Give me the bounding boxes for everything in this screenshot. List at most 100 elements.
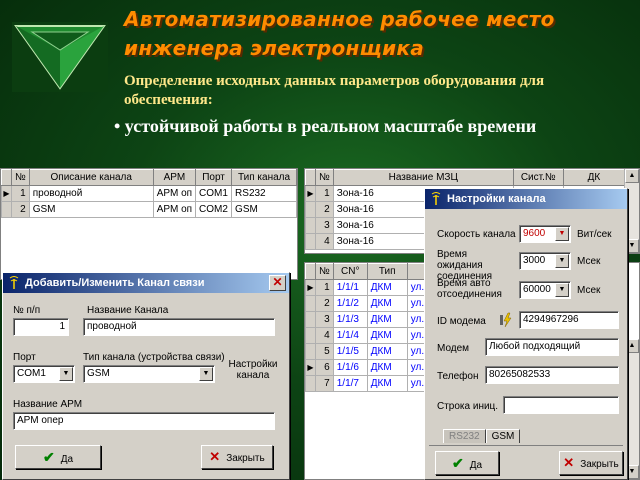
settings-dialog-title: Настройки канала xyxy=(447,193,546,205)
close-button[interactable]: ✕ Закрыть xyxy=(201,445,273,469)
ok-button[interactable]: ✔ Да xyxy=(435,451,499,475)
cell-type[interactable]: ДКМ xyxy=(366,279,408,296)
cell-type[interactable]: ДКМ xyxy=(366,311,408,328)
chevron-down-icon[interactable]: ▼ xyxy=(555,254,569,268)
cell-type[interactable]: ДКМ xyxy=(366,327,408,344)
col-header-dk[interactable]: ДК xyxy=(562,169,626,186)
chevron-down-icon[interactable]: ▼ xyxy=(555,227,569,241)
auto-disconnect-select-value: 60000 xyxy=(523,284,551,295)
chevron-down-icon[interactable]: ▼ xyxy=(199,367,213,381)
port-label: Порт xyxy=(13,352,36,363)
tab-gsm[interactable]: GSM xyxy=(485,429,521,443)
cell-arm[interactable]: АРМ оп xyxy=(152,201,197,218)
cell-num: 5 xyxy=(315,343,334,360)
channel-name-field[interactable]: проводной xyxy=(83,318,275,336)
port-select-value: COM1 xyxy=(17,368,46,379)
col-header-num[interactable]: № xyxy=(11,169,30,186)
cell-port[interactable]: COM2 xyxy=(195,201,233,218)
cell-cn[interactable]: 1/1/5 xyxy=(332,343,368,360)
channels-grid[interactable]: № Описание канала АРМ Порт Тип канала ▶ … xyxy=(0,168,298,280)
phone-label: Телефон xyxy=(437,371,479,382)
checkmark-icon: ✔ xyxy=(451,455,464,471)
close-icon[interactable]: ✕ xyxy=(269,275,286,291)
channel-type-select[interactable]: GSM ▼ xyxy=(83,365,215,383)
row-pointer-icon: ▶ xyxy=(305,279,316,296)
col-header-name[interactable]: Название МЗЦ xyxy=(332,169,514,186)
cell-num: 1 xyxy=(11,185,30,202)
channel-settings-dialog: Настройки канала Скорость канала 9600 ▼ … xyxy=(424,188,628,480)
wait-select[interactable]: 3000 ▼ xyxy=(519,252,571,270)
ok-button-label: Да xyxy=(469,460,483,471)
settings-dialog-titlebar[interactable]: Настройки канала xyxy=(425,189,627,209)
col-header-num[interactable]: № xyxy=(315,169,334,186)
wait-select-value: 3000 xyxy=(523,255,546,266)
cell-cn[interactable]: 1/1/7 xyxy=(332,375,368,392)
channel-dialog-titlebar[interactable]: Добавить/Изменить Канал связи ✕ xyxy=(3,273,289,293)
channel-dialog: Добавить/Изменить Канал связи ✕ № п/п 1 … xyxy=(2,272,290,480)
scroll-up-icon[interactable]: ▲ xyxy=(625,169,639,183)
cell-desc[interactable]: GSM xyxy=(28,201,154,218)
speed-unit: Вит/сек xyxy=(577,229,612,240)
arm-name-field[interactable]: АРМ опер xyxy=(13,412,275,430)
row-indicator xyxy=(305,375,316,392)
chevron-down-icon[interactable]: ▼ xyxy=(59,367,73,381)
port-select[interactable]: COM1 ▼ xyxy=(13,365,75,383)
slide-bullet: • устойчивой работы в реальном масштабе … xyxy=(114,116,537,136)
auto-disconnect-select[interactable]: 60000 ▼ xyxy=(519,281,571,299)
row-pointer-icon: ▶ xyxy=(1,185,12,202)
modem-field[interactable]: Любой подходящий xyxy=(485,338,619,356)
cell-cn[interactable]: 1/1/2 xyxy=(332,295,368,312)
logo-emblem xyxy=(12,22,108,92)
cell-arm[interactable]: АРМ оп xyxy=(152,185,197,202)
row-indicator xyxy=(305,233,316,250)
cell-num: 7 xyxy=(315,375,334,392)
col-header-desc[interactable]: Описание канала xyxy=(28,169,154,186)
row-indicator xyxy=(305,295,316,312)
close-button[interactable]: ✕ Закрыть xyxy=(559,451,623,475)
modem-id-field[interactable]: 4294967296 xyxy=(519,311,619,329)
col-header-cn[interactable]: СN° xyxy=(332,263,368,280)
tab-divider xyxy=(429,445,623,446)
settings-tabs: RS232 GSM xyxy=(443,429,521,443)
auto-disconnect-unit: Мсек xyxy=(577,285,601,296)
num-label: № п/п xyxy=(13,305,41,316)
cell-type[interactable]: GSM xyxy=(231,201,297,218)
channel-type-label: Тип канала (устройства связи) xyxy=(83,352,225,363)
settings-link[interactable]: Настройки канала xyxy=(223,359,283,381)
col-header-num[interactable]: № xyxy=(315,263,334,280)
lightning-icon[interactable] xyxy=(499,312,515,328)
col-header-arm[interactable]: АРМ xyxy=(152,169,197,186)
cell-cn[interactable]: 1/1/6 xyxy=(332,359,368,376)
ok-button[interactable]: ✔ Да xyxy=(15,445,101,469)
row-pointer-icon: ▶ xyxy=(305,359,316,376)
chevron-down-icon[interactable]: ▼ xyxy=(555,283,569,297)
cell-desc[interactable]: проводной xyxy=(28,185,154,202)
init-string-field[interactable] xyxy=(503,396,619,414)
cell-type[interactable]: ДКМ xyxy=(366,343,408,360)
arm-name-label: Название АРМ xyxy=(13,399,83,410)
tab-rs232[interactable]: RS232 xyxy=(443,429,486,443)
close-icon: ✕ xyxy=(209,449,221,464)
cell-cn[interactable]: 1/1/3 xyxy=(332,311,368,328)
table-row[interactable]: ▶ 1 проводной АРМ оп COM1 RS232 xyxy=(1,185,297,202)
col-header-type[interactable]: Тип канала xyxy=(231,169,297,186)
cell-port[interactable]: COM1 xyxy=(195,185,233,202)
col-header-sysnum[interactable]: Сист.№ xyxy=(512,169,564,186)
row-indicator xyxy=(305,327,316,344)
modem-id-label: ID модема xyxy=(437,316,486,327)
cell-num: 2 xyxy=(11,201,30,218)
cell-type[interactable]: ДКМ xyxy=(366,359,408,376)
table-row[interactable]: 2 GSM АРМ оп COM2 GSM xyxy=(1,201,297,218)
cell-cn[interactable]: 1/1/1 xyxy=(332,279,368,296)
cell-type[interactable]: RS232 xyxy=(231,185,297,202)
row-pointer-icon: ▶ xyxy=(305,185,316,202)
cell-cn[interactable]: 1/1/4 xyxy=(332,327,368,344)
close-icon: ✕ xyxy=(563,455,575,470)
speed-select[interactable]: 9600 ▼ xyxy=(519,225,571,243)
num-field[interactable]: 1 xyxy=(13,318,69,336)
cell-type[interactable]: ДКМ xyxy=(366,295,408,312)
cell-type[interactable]: ДКМ xyxy=(366,375,408,392)
col-header-port[interactable]: Порт xyxy=(195,169,233,186)
col-header-type[interactable]: Тип xyxy=(366,263,408,280)
phone-field[interactable]: 80265082533 xyxy=(485,366,619,384)
